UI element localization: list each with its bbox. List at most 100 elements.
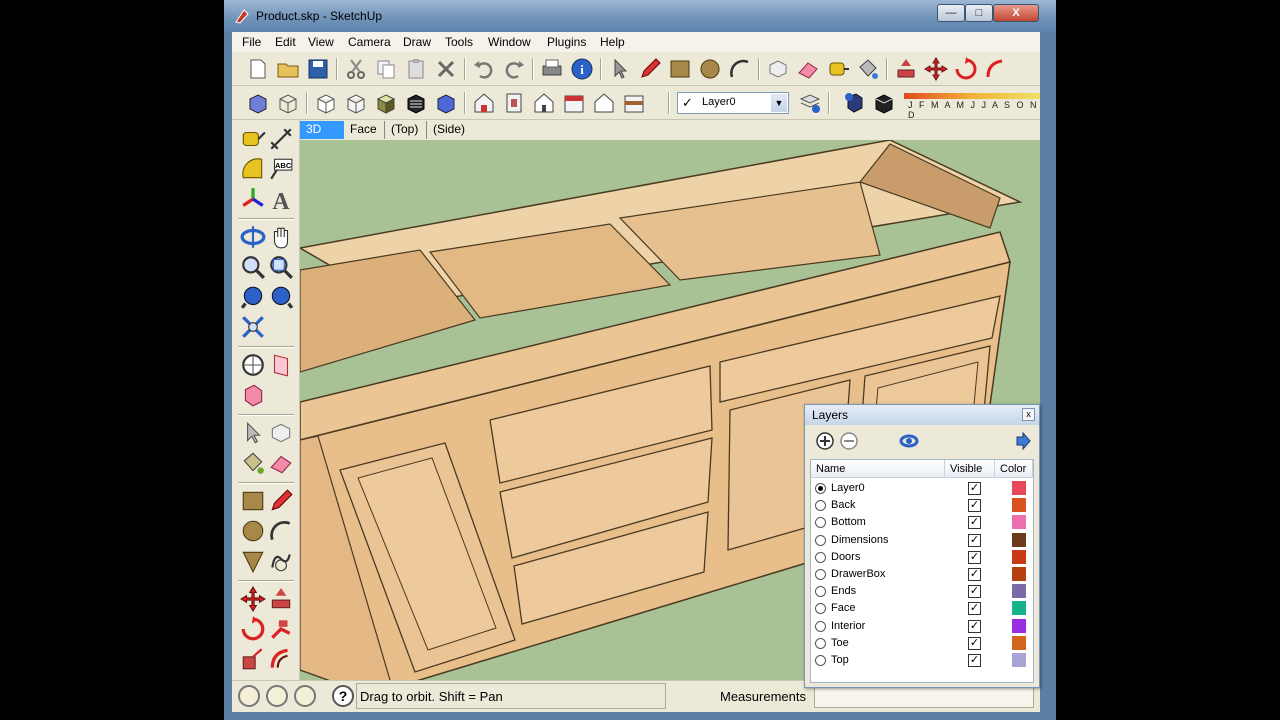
layer-row[interactable]: Layer0 ✓ <box>811 480 1033 497</box>
follow-me-icon[interactable] <box>984 57 1008 81</box>
polygon-icon[interactable] <box>240 548 266 574</box>
column-name[interactable]: Name <box>811 460 945 478</box>
layer-row[interactable]: Interior ✓ <box>811 618 1033 635</box>
arc-icon[interactable] <box>728 57 752 81</box>
pencil-icon[interactable] <box>268 488 294 514</box>
layer-row[interactable]: DrawerBox ✓ <box>811 566 1033 583</box>
shaded-cube-icon[interactable] <box>344 91 368 115</box>
menu-view[interactable]: View <box>308 35 334 49</box>
column-color[interactable]: Color <box>995 460 1033 478</box>
paint-bucket-icon[interactable] <box>856 57 880 81</box>
look-around-icon[interactable] <box>240 382 266 408</box>
layer-visible-checkbox[interactable]: ✓ <box>968 482 981 495</box>
layer-select[interactable]: ✓ Layer0 ▼ <box>677 92 789 114</box>
tape-measure-icon[interactable] <box>826 57 850 81</box>
iso-view-icon[interactable] <box>472 91 496 115</box>
layer-visible-checkbox[interactable]: ✓ <box>968 602 981 616</box>
active-layer-radio[interactable] <box>815 655 826 666</box>
active-layer-radio[interactable] <box>815 637 826 649</box>
layer-color-swatch[interactable] <box>1012 481 1026 495</box>
column-visible[interactable]: Visible <box>945 460 995 478</box>
model-info-icon[interactable]: i <box>570 57 594 81</box>
dimension-icon[interactable] <box>268 126 294 152</box>
layer-row[interactable]: Doors ✓ <box>811 549 1033 566</box>
geo-location-icon[interactable] <box>238 685 260 707</box>
front-view-icon[interactable] <box>532 91 556 115</box>
close-button[interactable]: X <box>993 4 1039 22</box>
tape-measure-icon[interactable] <box>240 126 266 152</box>
menu-plugins[interactable]: Plugins <box>547 35 586 49</box>
active-layer-radio[interactable] <box>815 569 826 580</box>
new-file-icon[interactable] <box>246 57 270 81</box>
paint-bucket-icon[interactable] <box>240 450 266 476</box>
orbit-icon[interactable] <box>240 224 266 250</box>
left-view-icon[interactable] <box>622 91 646 115</box>
cut-icon[interactable] <box>344 57 368 81</box>
layer-visible-checkbox[interactable]: ✓ <box>968 585 981 599</box>
active-layer-radio[interactable] <box>815 517 826 529</box>
layer-color-swatch[interactable] <box>1012 515 1026 530</box>
layer-color-swatch[interactable] <box>1012 549 1026 564</box>
hidden-line-cube-icon[interactable] <box>314 91 338 115</box>
menu-help[interactable]: Help <box>600 35 625 49</box>
chevron-down-icon[interactable]: ▼ <box>771 94 787 112</box>
xray-cube-icon[interactable] <box>246 91 270 115</box>
right-view-icon[interactable] <box>562 91 586 115</box>
layer-visible-checkbox[interactable]: ✓ <box>968 636 981 650</box>
copy-icon[interactable] <box>374 57 398 81</box>
menu-tools[interactable]: Tools <box>445 35 473 49</box>
menu-draw[interactable]: Draw <box>403 35 431 49</box>
scale-icon[interactable] <box>240 646 266 672</box>
active-layer-radio[interactable] <box>815 551 826 563</box>
shadow-time-bar[interactable] <box>904 93 1040 99</box>
circle-icon[interactable] <box>240 518 266 544</box>
zoom-window-icon[interactable] <box>268 254 294 280</box>
back-view-icon[interactable] <box>592 91 616 115</box>
help-icon[interactable]: ? <box>332 685 354 707</box>
active-layer-radio[interactable] <box>815 586 826 598</box>
active-layer-radio[interactable] <box>815 603 826 615</box>
push-pull-icon[interactable] <box>894 57 918 81</box>
xray-mode-icon[interactable] <box>434 91 458 115</box>
layers-title-bar[interactable]: Layers x <box>805 405 1039 425</box>
save-icon[interactable] <box>306 57 330 81</box>
next-view-icon[interactable] <box>268 284 294 310</box>
rotate-icon[interactable] <box>954 57 978 81</box>
rotate-icon[interactable] <box>240 616 266 642</box>
rectangle-icon[interactable] <box>668 57 692 81</box>
layers-details-arrow-icon[interactable] <box>1013 431 1033 451</box>
layer-color-swatch[interactable] <box>1012 618 1026 633</box>
close-icon[interactable]: x <box>1022 408 1035 421</box>
layer-row[interactable]: Dimensions ✓ <box>811 532 1033 549</box>
layer-color-swatch[interactable] <box>1012 532 1026 547</box>
print-icon[interactable] <box>540 57 564 81</box>
textured-cube-icon[interactable] <box>374 91 398 115</box>
display-shadows-icon[interactable] <box>872 91 896 115</box>
eraser-icon[interactable] <box>268 450 294 476</box>
erase-icon[interactable] <box>434 57 458 81</box>
tab-face[interactable]: Face <box>344 121 383 139</box>
follow-me-icon[interactable] <box>268 616 294 642</box>
add-layer-icon[interactable] <box>815 431 835 451</box>
freehand-icon[interactable] <box>268 548 294 574</box>
pencil-icon[interactable] <box>638 57 662 81</box>
layer-row[interactable]: Ends ✓ <box>811 583 1033 600</box>
active-layer-radio[interactable] <box>815 483 826 494</box>
eraser-icon[interactable] <box>796 57 820 81</box>
maximize-button[interactable]: □ <box>965 4 993 22</box>
select-arrow-icon[interactable] <box>240 420 266 446</box>
position-camera-icon[interactable] <box>240 352 266 378</box>
shadow-month-slider[interactable]: J F M A M J J A S O N D <box>902 92 1042 120</box>
menu-camera[interactable]: Camera <box>348 35 391 49</box>
minimize-button[interactable]: — <box>937 4 965 22</box>
active-layer-radio[interactable] <box>815 620 826 632</box>
layer-visible-checkbox[interactable]: ✓ <box>968 499 981 513</box>
active-layer-radio[interactable] <box>815 500 826 512</box>
layer-visible-checkbox[interactable]: ✓ <box>968 516 981 530</box>
layer-visible-checkbox[interactable]: ✓ <box>968 619 981 633</box>
layer-row[interactable]: Toe ✓ <box>811 635 1033 652</box>
protractor-icon[interactable] <box>240 156 266 182</box>
menu-file[interactable]: File <box>242 35 261 49</box>
redo-icon[interactable] <box>502 57 526 81</box>
move-icon[interactable] <box>924 57 948 81</box>
